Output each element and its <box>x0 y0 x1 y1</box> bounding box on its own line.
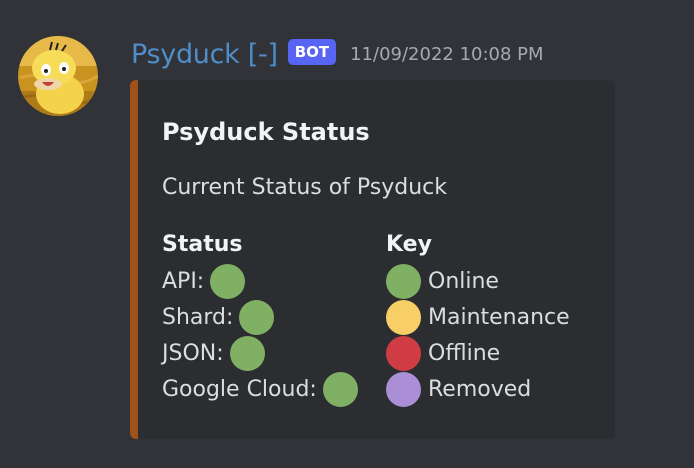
psyduck-avatar-image <box>18 36 98 116</box>
status-row-google-cloud: Google Cloud: <box>162 371 358 407</box>
yellow-circle-icon <box>386 299 421 335</box>
status-label-api: API: <box>162 268 205 294</box>
key-row-online: Online <box>386 263 570 299</box>
status-label-google-cloud: Google Cloud: <box>162 376 317 402</box>
key-label-offline: Offline <box>428 340 501 366</box>
status-row-api: API: <box>162 263 358 299</box>
embed-accent-bar <box>130 80 138 439</box>
message-header: Psyduck [-] BOT 11/09/2022 10:08 PM <box>131 36 544 72</box>
green-circle-icon <box>322 371 358 407</box>
status-field-name: Status <box>162 232 243 257</box>
chat-message: Psyduck [-] BOT 11/09/2022 10:08 PM Psyd… <box>0 0 694 468</box>
status-row-shard: Shard: <box>162 299 358 335</box>
red-circle-icon <box>386 335 421 371</box>
username[interactable]: Psyduck [-] <box>131 39 278 70</box>
green-circle-icon <box>229 335 265 371</box>
key-row-maintenance: Maintenance <box>386 299 570 335</box>
embed-title: Psyduck Status <box>162 118 370 146</box>
green-circle-icon <box>386 263 421 299</box>
green-circle-icon <box>210 263 246 299</box>
green-circle-icon <box>239 299 275 335</box>
key-label-online: Online <box>428 268 499 294</box>
key-label-maintenance: Maintenance <box>428 304 570 330</box>
message-timestamp[interactable]: 11/09/2022 10:08 PM <box>350 44 543 65</box>
key-field: Key Online Maintenance Offline Removed <box>386 227 570 407</box>
status-label-shard: Shard: <box>162 304 234 330</box>
status-row-json: JSON: <box>162 335 358 371</box>
status-label-json: JSON: <box>162 340 224 366</box>
embed-description: Current Status of Psyduck <box>162 175 448 200</box>
key-row-offline: Offline <box>386 335 570 371</box>
bot-tag: BOT <box>287 39 337 65</box>
status-embed: Psyduck Status Current Status of Psyduck… <box>130 80 615 439</box>
key-field-name: Key <box>386 232 432 257</box>
key-label-removed: Removed <box>428 376 532 402</box>
status-field: Status API: Shard: JSON: Google Cloud: <box>162 227 358 407</box>
user-avatar[interactable] <box>18 36 98 116</box>
purple-circle-icon <box>386 371 421 407</box>
key-row-removed: Removed <box>386 371 570 407</box>
